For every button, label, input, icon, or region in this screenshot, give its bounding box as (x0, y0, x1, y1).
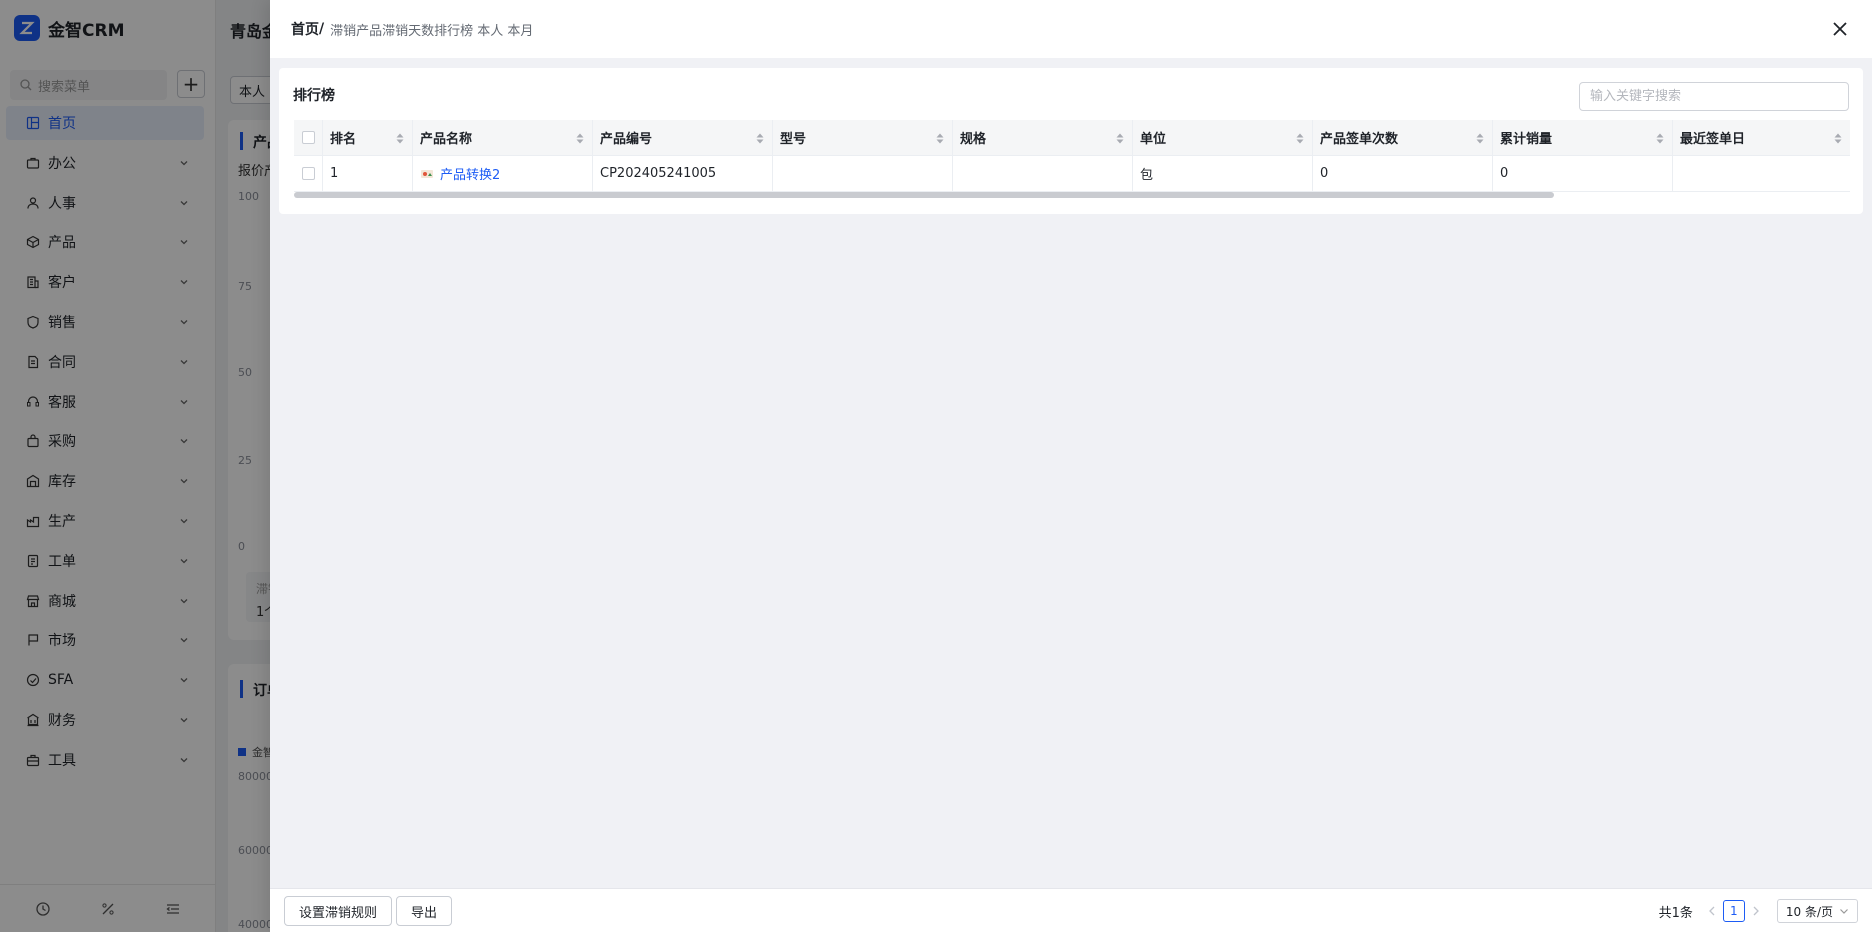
product-thumbnail-icon (420, 167, 434, 181)
set-slow-sale-rule-button[interactable]: 设置滞销规则 (284, 896, 393, 926)
cell-model (773, 156, 953, 191)
column-label: 单位 (1140, 132, 1167, 147)
column-label: 型号 (780, 132, 807, 147)
chevron-down-icon (1840, 909, 1848, 914)
horizontal-scrollbar[interactable] (294, 192, 1554, 198)
cell-unit: 包 (1133, 156, 1313, 191)
column-header-product-code[interactable]: 产品编号 (593, 120, 773, 155)
sort-icon[interactable] (936, 133, 944, 144)
sort-icon[interactable] (1296, 133, 1304, 144)
column-header-rank[interactable]: 排名 (323, 120, 413, 155)
column-header-product-name[interactable]: 产品名称 (413, 120, 593, 155)
prev-page-icon[interactable] (1704, 903, 1720, 919)
cell-product-name: 产品转换2 (413, 156, 593, 191)
column-header-spec[interactable]: 规格 (953, 120, 1133, 155)
ranking-panel: 排行榜 排名 产品名称 产品编号 型号 规格 单位 产品签单次数 累计销量 最近… (279, 68, 1863, 214)
column-header-sign-count[interactable]: 产品签单次数 (1313, 120, 1493, 155)
cell-rank: 1 (323, 156, 413, 191)
sort-icon[interactable] (1116, 133, 1124, 144)
cell-spec (953, 156, 1133, 191)
product-name-link[interactable]: 产品转换2 (440, 164, 500, 183)
select-all-checkbox[interactable] (301, 131, 315, 144)
column-label: 产品签单次数 (1320, 132, 1399, 147)
next-page-icon[interactable] (1748, 903, 1764, 919)
breadcrumb-separator: / (319, 21, 325, 37)
sort-icon[interactable] (1476, 133, 1484, 144)
cell-sign-count: 0 (1313, 156, 1493, 191)
page-size-select[interactable]: 10 条/页 (1776, 899, 1858, 923)
cell-total-sales: 0 (1493, 156, 1673, 191)
column-label: 累计销量 (1500, 132, 1553, 147)
table-header-row: 排名 产品名称 产品编号 型号 规格 单位 产品签单次数 累计销量 最近签单日 (294, 120, 1850, 156)
keyword-search-input[interactable] (1579, 82, 1849, 111)
pagination: 共1条 1 10 条/页 (1659, 897, 1858, 925)
cell-product-code: CP202405241005 (593, 156, 773, 191)
drawer-header: 首页 / 滞销产品滞销天数排行榜 本人 本月 (270, 0, 1872, 58)
column-label: 最近签单日 (1680, 132, 1746, 147)
column-label: 产品编号 (600, 132, 653, 147)
column-label: 产品名称 (420, 132, 473, 147)
column-header-total-sales[interactable]: 累计销量 (1493, 120, 1673, 155)
cell-last-sign-date (1673, 156, 1850, 191)
ranking-drawer: 首页 / 滞销产品滞销天数排行榜 本人 本月 排行榜 排名 产品名称 产品编号 … (270, 0, 1872, 932)
column-label: 规格 (960, 132, 987, 147)
total-count: 共1条 (1658, 905, 1693, 921)
breadcrumb-current: 滞销产品滞销天数排行榜 本人 本月 (330, 23, 534, 39)
row-select-cell[interactable] (294, 156, 323, 191)
column-header-model[interactable]: 型号 (773, 120, 953, 155)
sort-icon[interactable] (756, 133, 764, 144)
drawer-footer: 设置滞销规则 导出 共1条 1 10 条/页 (270, 888, 1872, 932)
page-size-value: 10 条/页 (1785, 904, 1833, 919)
close-icon[interactable] (1828, 17, 1852, 41)
page-number-button[interactable]: 1 (1722, 900, 1745, 922)
breadcrumb-home[interactable]: 首页 (291, 19, 319, 39)
sort-icon[interactable] (1834, 133, 1842, 144)
panel-title: 排行榜 (293, 88, 335, 104)
column-header-unit[interactable]: 单位 (1133, 120, 1313, 155)
select-all-cell[interactable] (294, 120, 323, 155)
column-header-last-sign-date[interactable]: 最近签单日 (1673, 120, 1850, 155)
export-button[interactable]: 导出 (396, 896, 453, 926)
column-label: 排名 (330, 132, 357, 147)
sort-icon[interactable] (396, 133, 404, 144)
sort-icon[interactable] (576, 133, 584, 144)
sort-icon[interactable] (1656, 133, 1664, 144)
row-checkbox[interactable] (301, 167, 315, 180)
table-row[interactable]: 1 产品转换2 CP202405241005 包 0 0 (294, 156, 1850, 192)
ranking-table: 排名 产品名称 产品编号 型号 规格 单位 产品签单次数 累计销量 最近签单日 … (294, 120, 1850, 192)
